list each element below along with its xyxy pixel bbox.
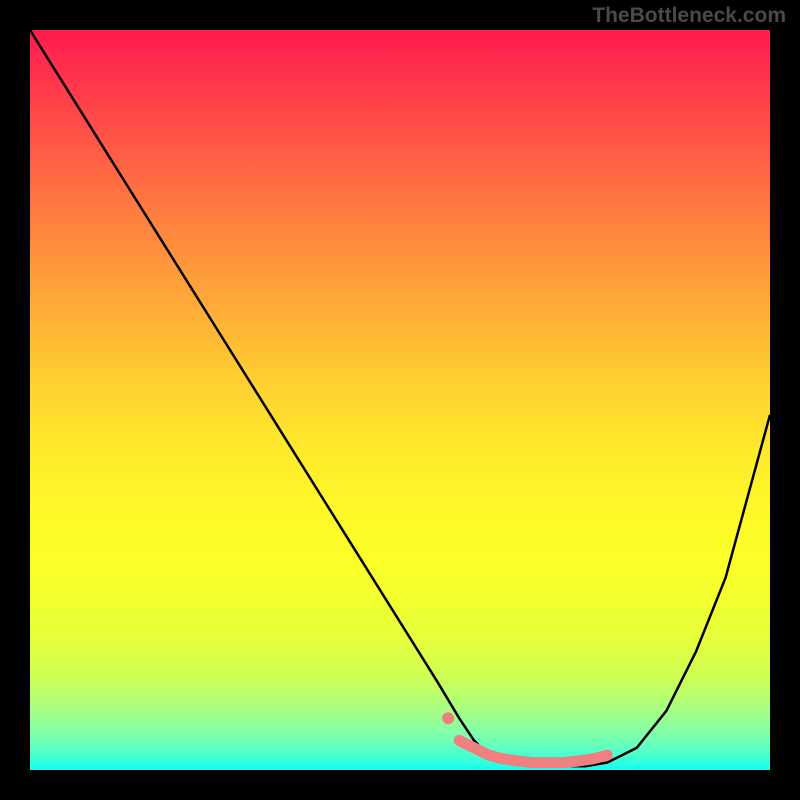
curve-line <box>30 30 770 766</box>
watermark-text: TheBottleneck.com <box>592 4 786 28</box>
highlighted-minimum <box>442 712 607 762</box>
chart-svg <box>30 30 770 770</box>
chart-container: TheBottleneck.com <box>0 0 800 800</box>
